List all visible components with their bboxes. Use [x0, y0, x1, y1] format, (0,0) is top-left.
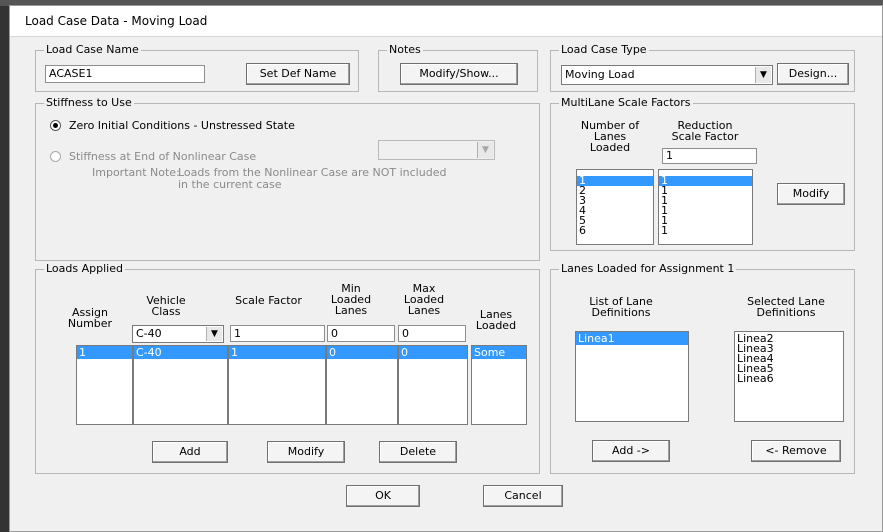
table-row-cell[interactable]: 0: [327, 346, 397, 359]
cancel-button[interactable]: Cancel: [483, 485, 563, 507]
list-item[interactable]: 1: [577, 175, 653, 186]
table-row-cell[interactable]: 1: [229, 346, 325, 359]
list-item[interactable]: 6: [577, 225, 653, 236]
vehicle-class-header-2: Class: [151, 305, 181, 318]
scale-factor-input[interactable]: 1: [230, 325, 325, 342]
loads-applied-group: Loads Applied Assign Number Vehicle Clas…: [35, 262, 540, 474]
table-row-cell[interactable]: 0: [399, 346, 467, 359]
assign-number-header-2: Number: [67, 317, 113, 330]
load-case-type-label: Load Case Type: [559, 43, 649, 57]
nonlinear-end-radio[interactable]: [50, 151, 61, 162]
radio-dot-icon: [53, 123, 58, 128]
list-item[interactable]: Linea1: [576, 332, 688, 345]
min-loaded-lanes-input[interactable]: 0: [327, 325, 395, 342]
ok-button[interactable]: OK: [346, 485, 420, 507]
dialog-titlebar: Load Case Data - Moving Load: [10, 6, 882, 37]
dialog-title: Load Case Data - Moving Load: [25, 14, 208, 28]
list-item[interactable]: 3: [577, 195, 653, 206]
load-case-dialog: Load Case Data - Moving Load Load Case N…: [9, 5, 883, 532]
available-lanes-list[interactable]: Linea1: [575, 331, 689, 422]
multilane-label: MultiLane Scale Factors: [559, 96, 693, 110]
load-case-type-dropdown[interactable]: Moving Load ▼: [561, 65, 773, 85]
load-case-name-input[interactable]: ACASE1: [45, 65, 205, 83]
list-item[interactable]: 1: [659, 175, 752, 186]
modify-show-notes-button[interactable]: Modify/Show...: [400, 63, 518, 85]
lanes-loaded-list[interactable]: Some: [471, 345, 527, 425]
reduction-scale-header-2: Scale Factor: [671, 130, 739, 143]
zero-initial-radio[interactable]: [50, 120, 61, 131]
load-case-type-group: Load Case Type Moving Load ▼ Design...: [550, 43, 855, 92]
lanes-assignment-group: Lanes Loaded for Assignment 1 List of La…: [550, 262, 855, 474]
min-loaded-lanes-list[interactable]: 0: [326, 345, 398, 425]
loads-applied-label: Loads Applied: [44, 262, 125, 276]
list-item[interactable]: 1: [659, 185, 752, 196]
important-note-label: Important Note:: [92, 166, 180, 179]
assign-number-list[interactable]: 1: [76, 345, 133, 425]
selected-lanes-list[interactable]: Linea2 Linea3 Linea4 Linea5 Linea6: [734, 331, 844, 422]
chevron-down-icon[interactable]: ▼: [477, 142, 493, 158]
scale-factor-header: Scale Factor: [235, 294, 302, 307]
vehicle-class-dropdown[interactable]: C-40 ▼: [132, 325, 224, 343]
multilane-group: MultiLane Scale Factors Number of Lanes …: [550, 96, 855, 251]
nonlinear-end-option-label: Stiffness at End of Nonlinear Case: [69, 150, 257, 163]
scale-factor-list[interactable]: 1: [228, 345, 326, 425]
background-desktop: [0, 0, 9, 532]
lanes-loaded-list[interactable]: 1 2 3 4 5 6: [576, 169, 654, 245]
zero-initial-option-label: Zero Initial Conditions - Unstressed Sta…: [69, 119, 295, 132]
table-row-cell[interactable]: Some: [472, 346, 526, 359]
load-case-name-group: Load Case Name ACASE1 Set Def Name: [35, 43, 359, 92]
scale-factors-list[interactable]: 1 1 1 1 1 1: [658, 169, 753, 245]
table-row-cell[interactable]: C-40: [134, 346, 227, 359]
number-of-lanes-header-3: Loaded: [589, 141, 631, 154]
notes-label: Notes: [387, 43, 423, 57]
design-button[interactable]: Design...: [777, 63, 849, 85]
chevron-down-icon[interactable]: ▼: [755, 67, 771, 83]
list-item[interactable]: 2: [577, 185, 653, 196]
set-def-name-button[interactable]: Set Def Name: [246, 63, 350, 85]
list-item[interactable]: 1: [659, 205, 752, 216]
selected-lane-header-2: Definitions: [756, 306, 816, 319]
chevron-down-icon[interactable]: ▼: [206, 327, 222, 341]
min-loaded-header-3: Lanes: [334, 304, 368, 317]
list-item[interactable]: 1: [659, 215, 752, 226]
lanes-assignment-label: Lanes Loaded for Assignment 1: [559, 262, 737, 276]
scale-factor-edit-field[interactable]: 1: [662, 148, 757, 164]
stiffness-group: Stiffness to Use Zero Initial Conditions…: [35, 96, 540, 261]
list-item[interactable]: 1: [659, 225, 752, 236]
max-loaded-lanes-input[interactable]: 0: [398, 325, 466, 342]
modify-load-button[interactable]: Modify: [267, 441, 345, 463]
load-case-name-label: Load Case Name: [44, 43, 141, 57]
vehicle-class-value: C-40: [136, 327, 162, 340]
vehicle-class-list[interactable]: C-40: [133, 345, 228, 425]
list-item[interactable]: 4: [577, 205, 653, 216]
lanes-loaded-header-2: Loaded: [475, 319, 517, 332]
nonlinear-case-dropdown[interactable]: ▼: [378, 140, 495, 160]
list-of-lane-header-2: Definitions: [591, 306, 651, 319]
max-loaded-lanes-list[interactable]: 0: [398, 345, 468, 425]
important-note-line2: in the current case: [178, 178, 282, 191]
multilane-modify-button[interactable]: Modify: [777, 183, 845, 205]
add-load-button[interactable]: Add: [152, 441, 228, 463]
list-item[interactable]: Linea6: [735, 373, 843, 384]
notes-group: Notes Modify/Show...: [378, 43, 538, 92]
max-loaded-header-3: Lanes: [407, 304, 441, 317]
delete-load-button[interactable]: Delete: [379, 441, 457, 463]
remove-lane-button[interactable]: <- Remove: [751, 440, 841, 462]
stiffness-label: Stiffness to Use: [44, 96, 134, 110]
list-item[interactable]: 5: [577, 215, 653, 226]
table-row-cell[interactable]: 1: [77, 346, 132, 359]
add-lane-button[interactable]: Add ->: [592, 440, 670, 462]
load-case-type-value: Moving Load: [565, 68, 635, 81]
list-item[interactable]: 1: [659, 195, 752, 206]
